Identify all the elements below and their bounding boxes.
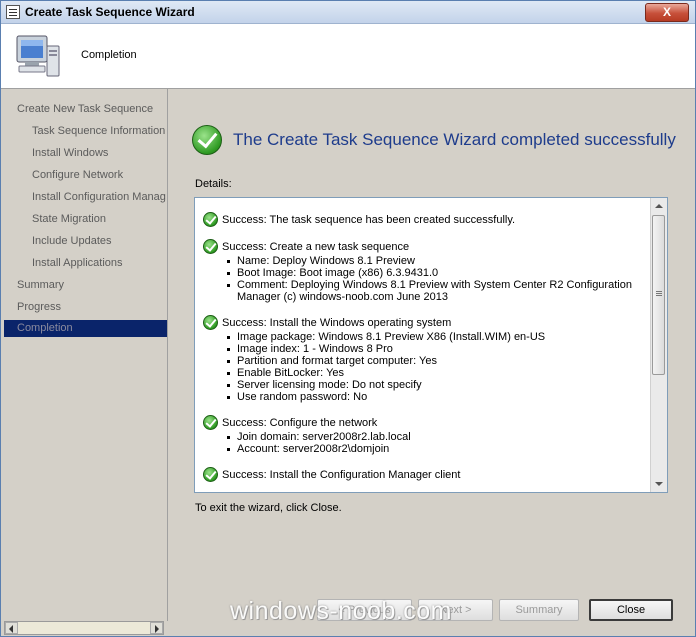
nav-horizontal-scrollbar[interactable] [4, 621, 164, 635]
nav-item-task-sequence-information[interactable]: Task Sequence Information [4, 123, 167, 140]
detail-section: Success: Install the Windows operating s… [203, 315, 643, 403]
watermark-text: windows-noob.com [230, 597, 452, 625]
nav-item-state-migration[interactable]: State Migration [4, 211, 167, 228]
success-check-icon [203, 212, 218, 227]
title-bar[interactable]: Create Task Sequence Wizard X [1, 1, 695, 24]
nav-item-include-updates[interactable]: Include Updates [4, 233, 167, 250]
detail-section: Success: The task sequence has been crea… [203, 212, 643, 227]
success-check-icon [192, 125, 222, 155]
wizard-nav: Create New Task Sequence Task Sequence I… [4, 89, 168, 635]
success-check-icon [203, 239, 218, 254]
scroll-right-arrow-icon[interactable] [150, 622, 163, 634]
detail-bullet: Image package: Windows 8.1 Preview X86 (… [227, 331, 643, 343]
success-check-icon [203, 315, 218, 330]
detail-heading: Success: Configure the network [222, 416, 378, 429]
detail-bullet: Boot Image: Boot image (x86) 6.3.9431.0 [227, 267, 643, 279]
details-scrollbar[interactable] [650, 198, 667, 492]
success-check-icon [203, 415, 218, 430]
computer-icon [16, 35, 60, 77]
scroll-down-arrow-icon[interactable] [651, 476, 667, 492]
completion-title: The Create Task Sequence Wizard complete… [233, 130, 676, 149]
detail-section: Success: Install the Configuration Manag… [203, 467, 643, 482]
scroll-left-arrow-icon[interactable] [5, 622, 18, 634]
scroll-thumb[interactable] [652, 215, 665, 375]
page-heading: Completion [81, 49, 137, 61]
detail-bullet: Name: Deploy Windows 8.1 Preview [227, 255, 643, 267]
nav-item-create-new-task-sequence[interactable]: Create New Task Sequence [4, 101, 167, 118]
nav-item-install-windows[interactable]: Install Windows [4, 145, 167, 162]
nav-item-summary[interactable]: Summary [4, 277, 167, 294]
details-label: Details: [195, 178, 232, 190]
summary-button[interactable]: Summary [499, 599, 579, 621]
detail-bullet: Account: server2008r2\domjoin [227, 443, 643, 455]
detail-heading: Success: Create a new task sequence [222, 240, 410, 253]
success-check-icon [203, 467, 218, 482]
detail-bullet: Enable BitLocker: Yes [227, 367, 643, 379]
detail-heading: Success: Install the Configuration Manag… [222, 468, 461, 481]
close-button[interactable]: Close [589, 599, 673, 621]
wizard-window: Create Task Sequence Wizard X Completion… [0, 0, 696, 637]
detail-section: Success: Create a new task sequence Name… [203, 239, 643, 303]
wizard-main: The Create Task Sequence Wizard complete… [168, 89, 695, 635]
detail-heading: Success: The task sequence has been crea… [222, 213, 516, 226]
details-box[interactable]: Success: The task sequence has been crea… [194, 197, 668, 493]
nav-item-configure-network[interactable]: Configure Network [4, 167, 167, 184]
detail-bullet: Server licensing mode: Do not specify [227, 379, 643, 391]
detail-bullet: Join domain: server2008r2.lab.local [227, 431, 643, 443]
nav-item-install-applications[interactable]: Install Applications [4, 255, 167, 272]
wizard-app-icon [6, 5, 20, 19]
exit-instructions: To exit the wizard, click Close. [195, 502, 342, 514]
scroll-up-arrow-icon[interactable] [651, 198, 667, 214]
detail-bullet: Partition and format target computer: Ye… [227, 355, 643, 367]
window-close-button[interactable]: X [645, 3, 689, 22]
window-title: Create Task Sequence Wizard [25, 5, 195, 19]
detail-heading: Success: Install the Windows operating s… [222, 316, 452, 329]
nav-item-completion[interactable]: Completion [4, 320, 167, 337]
nav-item-progress[interactable]: Progress [4, 299, 167, 316]
details-content: Success: The task sequence has been crea… [203, 212, 643, 492]
wizard-header: Completion [1, 24, 695, 89]
detail-bullet: Use random password: No [227, 391, 643, 403]
detail-section: Success: Configure the network Join doma… [203, 415, 643, 455]
detail-bullet: Comment: Deploying Windows 8.1 Preview w… [227, 279, 643, 303]
nav-item-install-configuration-manager[interactable]: Install Configuration Manag [4, 189, 167, 206]
detail-bullet: Image index: 1 - Windows 8 Pro [227, 343, 643, 355]
